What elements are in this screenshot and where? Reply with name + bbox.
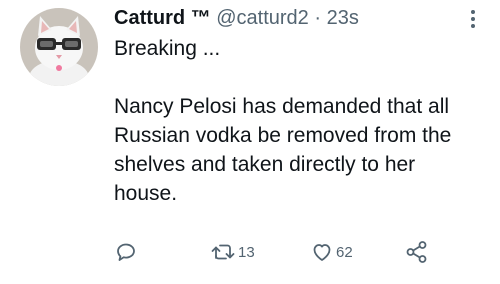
separator-dot: · — [314, 7, 322, 29]
retweet-count: 13 — [238, 243, 255, 261]
author-name[interactable]: Catturd ™ — [114, 7, 211, 29]
heart-icon — [313, 244, 331, 261]
retweet-button[interactable]: 13 — [210, 238, 255, 266]
reply-button[interactable] — [114, 238, 138, 266]
reply-icon — [117, 243, 135, 261]
timestamp[interactable]: 23s — [327, 7, 359, 29]
tweet-header: Catturd ™ @catturd2 · 23s — [114, 4, 359, 32]
like-count: 62 — [336, 243, 353, 261]
retweet-icon — [211, 244, 235, 260]
tweet: Catturd ™ @catturd2 · 23s Breaking ... N… — [0, 0, 500, 284]
avatar[interactable] — [20, 8, 98, 86]
like-button[interactable]: 62 — [310, 238, 353, 266]
author-handle[interactable]: @catturd2 — [216, 7, 309, 29]
share-button[interactable] — [404, 238, 430, 266]
cat-avatar-image — [20, 8, 98, 86]
tweet-text-line-2: Nancy Pelosi has demanded that all Russi… — [114, 95, 452, 205]
tweet-text-line-1: Breaking ... — [114, 37, 221, 60]
share-icon — [406, 241, 427, 263]
tweet-text: Breaking ... Nancy Pelosi has demanded t… — [114, 34, 484, 208]
more-dots-icon — [471, 10, 475, 28]
more-options-button[interactable] — [468, 7, 478, 31]
action-bar: 13 62 — [114, 238, 474, 266]
